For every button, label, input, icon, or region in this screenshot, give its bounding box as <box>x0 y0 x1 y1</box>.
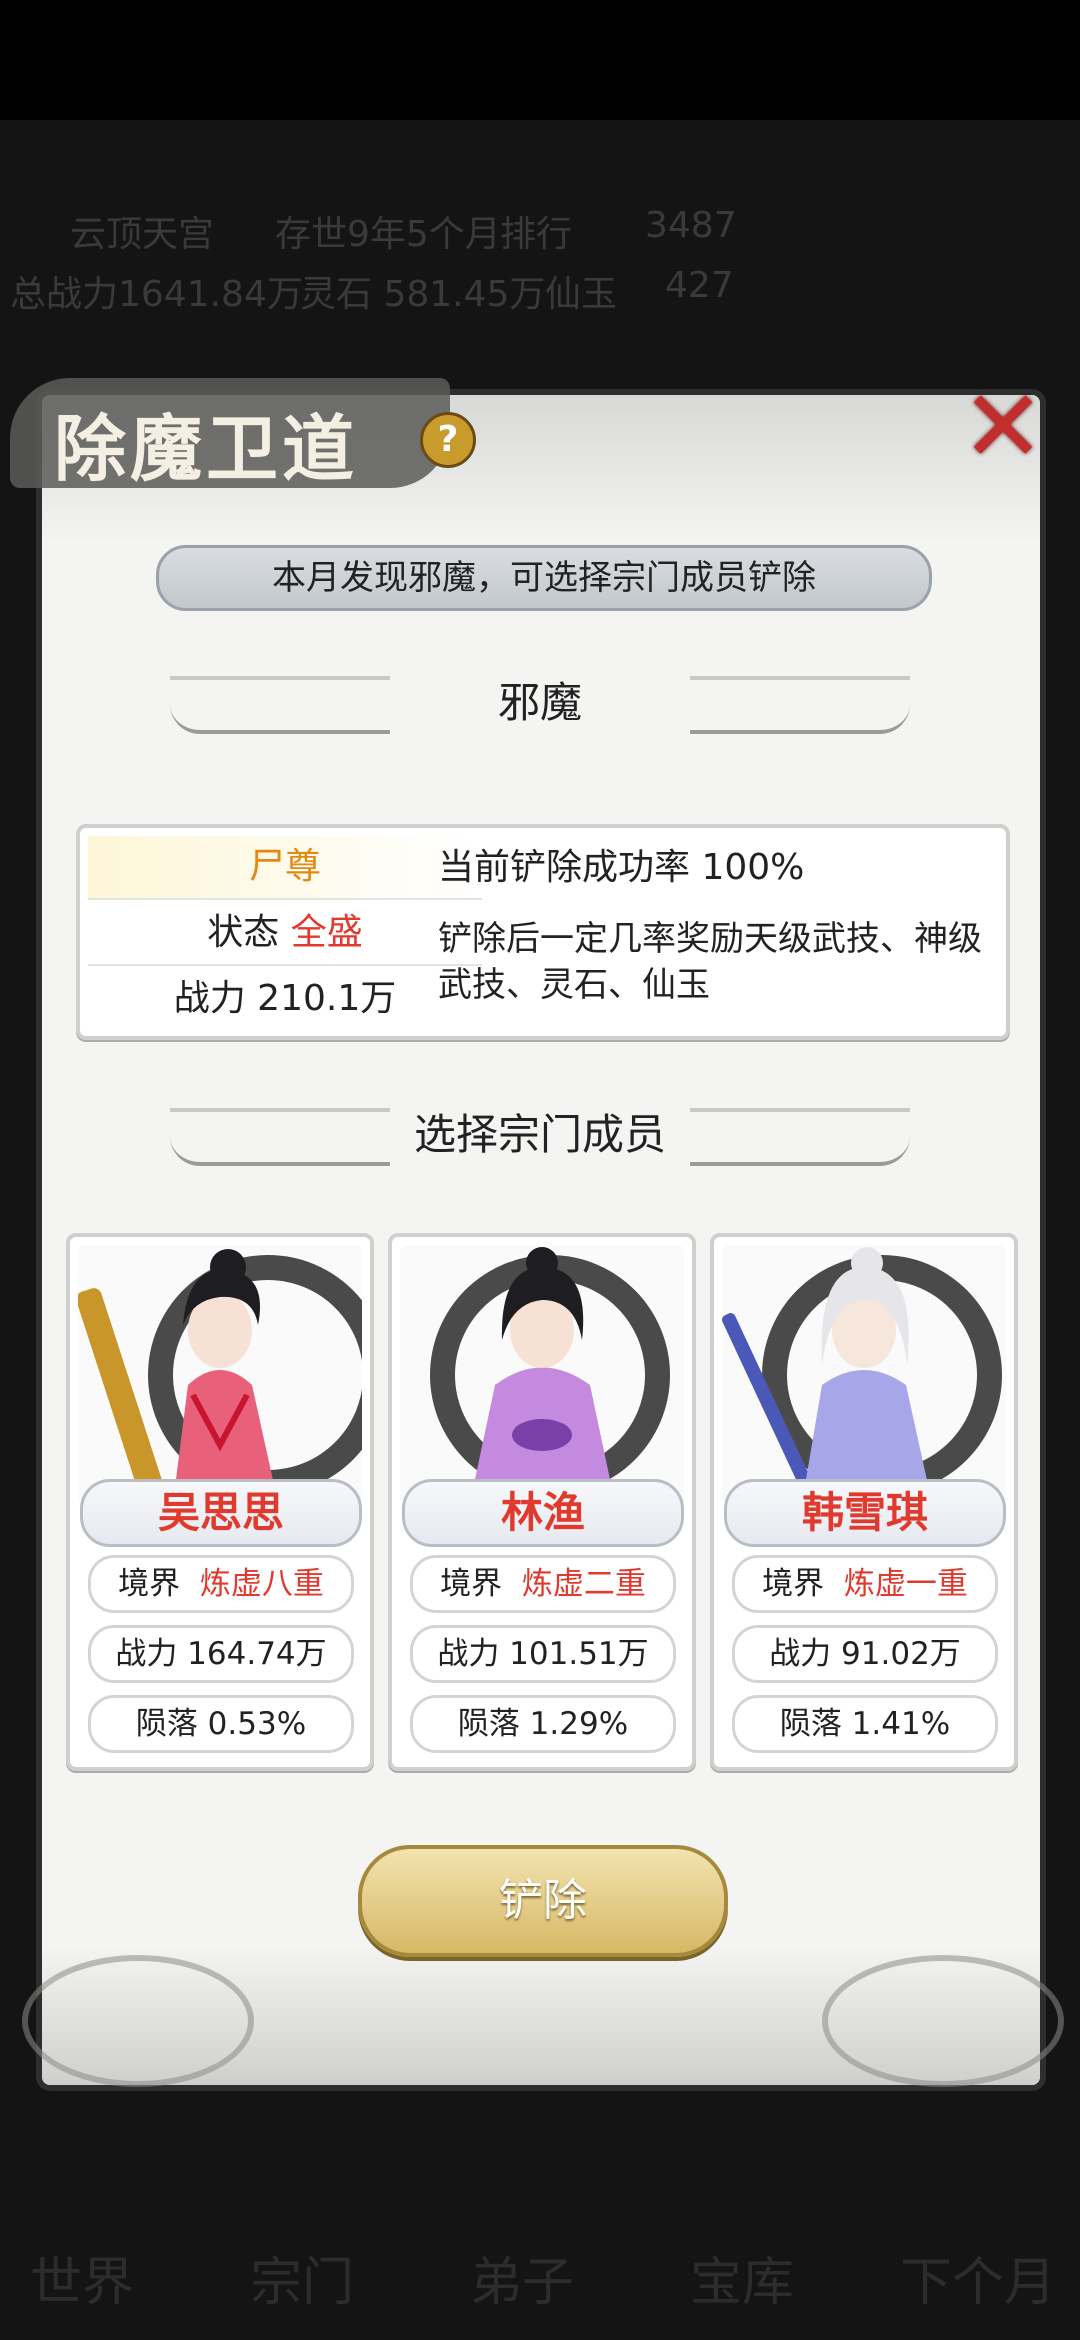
demon-stats: 尸尊 状态 全盛 战力 210.1万 <box>88 836 482 1028</box>
member-portrait <box>400 1245 684 1503</box>
member-fall-rate: 陨落 0.53% <box>88 1695 354 1753</box>
spirit-stone: 灵石 581.45万 <box>300 274 546 315</box>
dialog-title-banner: 除魔卫道 <box>10 358 480 508</box>
member-power: 战力 91.02万 <box>732 1625 998 1683</box>
realm-label: 境界 <box>762 1566 825 1602</box>
immortal-jade-value: 427 <box>665 265 734 306</box>
member-name: 韩雪琪 <box>724 1479 1006 1547</box>
sect-age: 存世9年5个月 <box>275 214 501 255</box>
help-button[interactable]: ? <box>420 412 476 468</box>
member-fall-rate: 陨落 1.41% <box>732 1695 998 1753</box>
member-card[interactable]: 韩雪琪 境界 炼虚一重 战力 91.02万 陨落 1.41% <box>710 1233 1018 1771</box>
ranking-value: 3487 <box>645 205 737 246</box>
realm-label: 境界 <box>118 1566 181 1602</box>
member-card[interactable]: 林渔 境界 炼虚二重 战力 101.51万 陨落 1.29% <box>388 1233 696 1771</box>
member-portrait <box>722 1245 1006 1503</box>
nav-sect[interactable]: 宗门 <box>250 2240 354 2315</box>
realm-label: 境界 <box>440 1566 503 1602</box>
sect-name: 云顶天宫 <box>70 214 215 255</box>
member-name: 吴思思 <box>80 1479 362 1547</box>
notice-banner: 本月发现邪魔，可选择宗门成员铲除 <box>156 545 932 611</box>
nav-world[interactable]: 世界 <box>30 2240 134 2315</box>
background-hud: 云顶天宫 存世9年5个月 排行 3487 总战力1641.84万 灵石 581.… <box>0 195 1080 335</box>
demon-status-value: 全盛 <box>290 912 363 953</box>
immortal-jade-label: 仙玉 <box>545 274 618 315</box>
success-rate: 当前铲除成功率 100% <box>438 847 805 888</box>
demon-status-label: 状态 <box>207 912 280 953</box>
realm-value: 炼虚八重 <box>199 1566 324 1602</box>
demon-section-title: 邪魔 <box>497 678 582 727</box>
member-name: 林渔 <box>402 1479 684 1547</box>
member-section-header: 选择宗门成员 <box>170 1090 910 1180</box>
realm-value: 炼虚一重 <box>843 1566 968 1602</box>
member-section-title: 选择宗门成员 <box>413 1110 666 1159</box>
bottom-nav: 世界 宗门 弟子 宝库 下个月 <box>0 2220 1080 2340</box>
total-power: 总战力1641.84万 <box>10 274 303 315</box>
member-realm: 境界 炼虚八重 <box>88 1555 354 1613</box>
nav-treasury[interactable]: 宝库 <box>690 2240 794 2315</box>
eliminate-button[interactable]: 铲除 <box>358 1845 728 1957</box>
dialog-title: 除魔卫道 <box>54 406 359 491</box>
member-power: 战力 164.74万 <box>88 1625 354 1683</box>
close-button[interactable]: ✕ <box>958 377 1048 477</box>
demon-name: 尸尊 <box>88 836 482 900</box>
realm-value: 炼虚二重 <box>521 1566 646 1602</box>
member-realm: 境界 炼虚二重 <box>410 1555 676 1613</box>
demon-status: 状态 全盛 <box>88 902 482 966</box>
cloud-swirl-decoration <box>822 1955 1064 2087</box>
member-realm: 境界 炼虚一重 <box>732 1555 998 1613</box>
member-power: 战力 101.51万 <box>410 1625 676 1683</box>
demon-section-header: 邪魔 <box>170 658 910 748</box>
status-area <box>0 0 1080 120</box>
member-fall-rate: 陨落 1.29% <box>410 1695 676 1753</box>
nav-disciples[interactable]: 弟子 <box>470 2240 574 2315</box>
member-card[interactable]: 吴思思 境界 炼虚八重 战力 164.74万 陨落 0.53% <box>66 1233 374 1771</box>
nav-next-month[interactable]: 下个月 <box>900 2240 1056 2315</box>
demon-power: 战力 210.1万 <box>173 978 397 1019</box>
ranking-label: 排行 <box>500 214 573 255</box>
member-portrait <box>78 1245 362 1503</box>
reward-text: 铲除后一定几率奖励天级武技、神级武技、灵石、仙玉 <box>438 919 982 1005</box>
demon-info-card: 尸尊 状态 全盛 战力 210.1万 当前铲除成功率 100% 铲除后一定几率奖… <box>76 824 1010 1040</box>
cloud-swirl-decoration <box>22 1955 254 2087</box>
